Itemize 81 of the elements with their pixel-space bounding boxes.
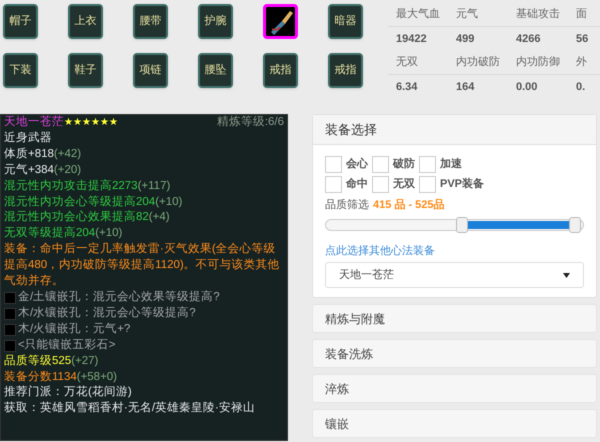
- filter-label: 命中: [346, 176, 369, 192]
- socket-slot: [4, 324, 16, 336]
- quality-label: 品质筛选: [325, 198, 369, 213]
- equipment-slot[interactable]: 腰坠: [198, 53, 233, 88]
- accordion-header[interactable]: 精炼与附魔: [312, 304, 597, 333]
- item-info: 获取：英雄风雪稻香村·无名/英雄秦皇陵·安禄山: [4, 401, 256, 416]
- item-attribute: 混元性内功会心等级提高204(+10): [4, 194, 184, 210]
- equipment-slot[interactable]: 下装: [3, 53, 38, 88]
- other-gear-link[interactable]: 点此选择其他心法装备: [325, 242, 584, 259]
- filter-label: 无双: [393, 177, 416, 192]
- stat-value: 4266: [515, 32, 542, 47]
- filter-checkbox[interactable]: [325, 156, 342, 173]
- item-attribute: 无双等级提高204(+10): [4, 226, 124, 242]
- caret-icon: [563, 272, 570, 278]
- socket-slot: [4, 340, 16, 352]
- item-name: 天地一苍茫: [4, 115, 64, 130]
- star-icon: ★: [109, 115, 118, 131]
- item-attribute: 品质等级525(+27): [4, 354, 100, 369]
- item-attribute: 混元性内功攻击提高2273(+117): [4, 178, 172, 194]
- stat-value: 499: [455, 32, 476, 47]
- stat-label: 基础攻击: [515, 7, 561, 22]
- filter-checkbox[interactable]: [419, 176, 436, 193]
- stat-label: 内功破防: [455, 55, 501, 70]
- slider-handle[interactable]: [569, 216, 582, 232]
- filter-checkbox[interactable]: [372, 156, 389, 173]
- item-attribute: 混元性内功会心效果提高82(+4): [4, 210, 171, 226]
- filter-checkbox[interactable]: [419, 156, 436, 173]
- item-attribute: 元气+384(+20): [4, 162, 82, 178]
- item-effect: 装备：命中后一定几率触发雷·灭气效果(全会心等级提高480，内功破防等级提高1120)。不可与该类其他气劲并存。: [4, 242, 281, 290]
- refine-level: 精炼等级:6/6: [216, 115, 284, 130]
- stat-value: 56: [575, 32, 590, 47]
- filter-label: 破防: [393, 156, 416, 172]
- equipment-slot[interactable]: 腰带: [133, 4, 168, 39]
- weapon-slot[interactable]: [263, 4, 298, 39]
- slider-handle[interactable]: [456, 216, 468, 232]
- stat-value: 6.34: [395, 80, 418, 95]
- quality-range: 415 品 - 525品: [373, 198, 445, 213]
- equipment-slot[interactable]: 项链: [133, 53, 168, 88]
- stat-label: 外: [575, 55, 588, 70]
- gear-dropdown[interactable]: 天地一苍茫: [325, 262, 584, 288]
- filter-checkbox[interactable]: [372, 176, 389, 193]
- item-info: 近身武器: [4, 130, 53, 146]
- filter-label: 加速: [440, 156, 463, 172]
- equipment-slot[interactable]: 上衣: [68, 4, 103, 39]
- equipment-slot[interactable]: 护腕: [198, 4, 233, 39]
- item-attribute: 体质+818(+42): [4, 146, 82, 162]
- stat-value: 19422: [395, 32, 428, 47]
- filter-label: 会心: [346, 156, 369, 172]
- stat-label: 元气: [455, 7, 479, 22]
- panel-title: 装备选择: [313, 115, 596, 145]
- filter-checkbox[interactable]: [325, 176, 342, 193]
- star-icon: ★: [91, 115, 100, 131]
- star-icon: ★: [64, 115, 73, 131]
- item-info: 推荐门派：万花(花间游): [4, 385, 133, 400]
- star-icon: ★: [73, 115, 82, 131]
- stat-value: 0.00: [515, 80, 538, 95]
- socket-text: 木/火镶嵌孔：元气+?: [18, 322, 130, 337]
- stat-label: 最大气血: [395, 7, 441, 22]
- stat-value: 0.: [575, 80, 586, 95]
- equipment-slot[interactable]: 戒指: [263, 53, 298, 88]
- equipment-slot[interactable]: 帽子: [3, 4, 38, 39]
- equipment-slot[interactable]: 鞋子: [68, 53, 103, 88]
- filter-label: PVP装备: [440, 176, 486, 192]
- socket-text: <只能镶嵌五彩石>: [18, 338, 116, 353]
- stat-value: 164: [455, 80, 476, 95]
- accordion-header[interactable]: 镶嵌: [312, 409, 597, 438]
- quality-slider[interactable]: [325, 218, 584, 230]
- socket-text: 木/水镶嵌孔：混元会心等级提高?: [18, 306, 196, 321]
- socket-slot: [4, 292, 16, 304]
- socket-slot: [4, 308, 16, 320]
- stat-label: 无双: [395, 55, 419, 70]
- socket-text: 金/土镶嵌孔：混元会心效果等级提高?: [18, 290, 220, 305]
- accordion-header[interactable]: 装备洗炼: [312, 339, 597, 368]
- accordion-header[interactable]: 淬炼: [312, 374, 597, 403]
- stat-label: 面: [575, 7, 588, 22]
- equipment-slot[interactable]: 暗器: [328, 4, 363, 39]
- equipment-slot[interactable]: 戒指: [328, 53, 363, 88]
- item-attribute: 装备分数1134(+58+0): [4, 370, 118, 384]
- star-icon: ★: [82, 115, 91, 131]
- star-icon: ★: [100, 115, 109, 131]
- stat-label: 内功防御: [515, 55, 561, 70]
